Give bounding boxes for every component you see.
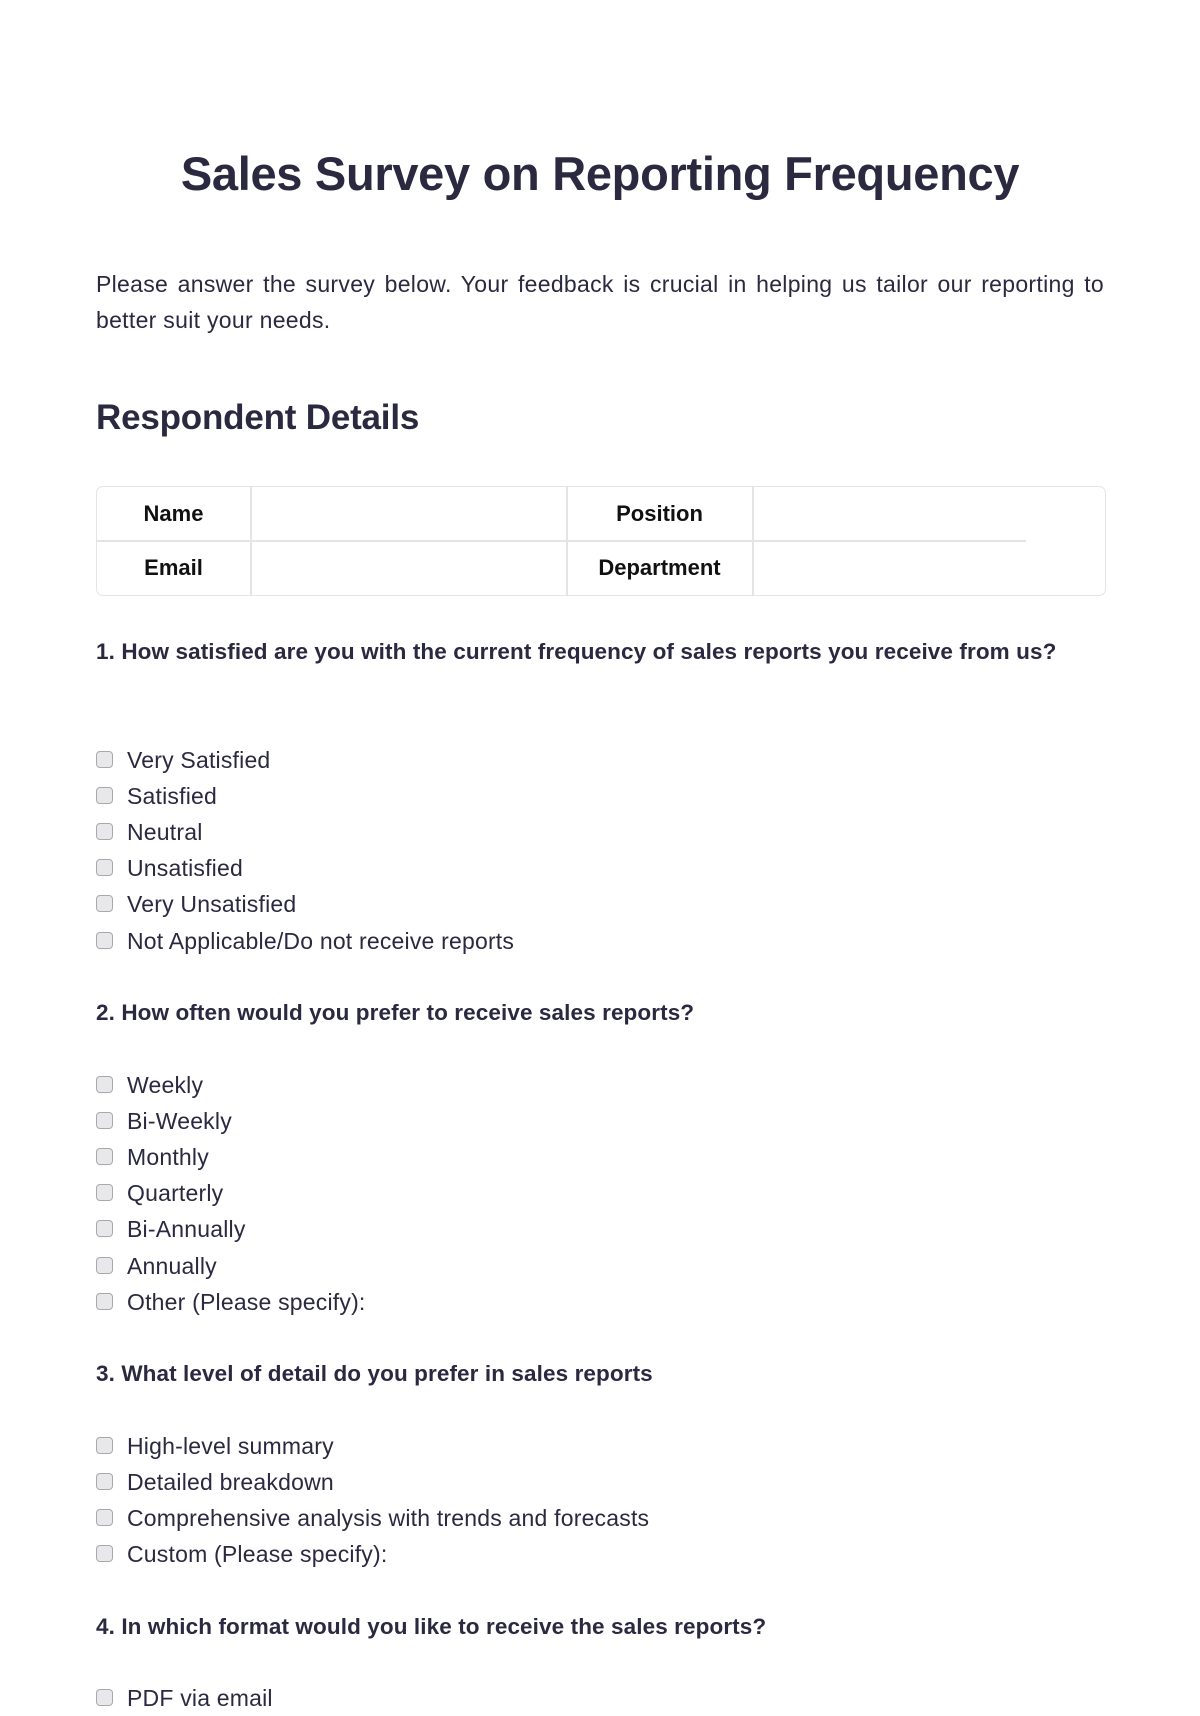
checkbox[interactable] — [96, 1111, 113, 1129]
checkbox[interactable] — [96, 1075, 113, 1093]
checkbox[interactable] — [96, 822, 113, 840]
checkbox[interactable] — [96, 750, 113, 768]
respondent-details-heading: Respondent Details — [96, 398, 420, 437]
checkbox[interactable] — [96, 895, 113, 913]
position-field[interactable] — [755, 491, 1027, 539]
question-3-options: High-level summary Detailed breakdown Co… — [96, 1428, 1104, 1573]
option-label: Annually — [127, 1252, 217, 1279]
option-label: Neutral — [127, 818, 203, 845]
email-label: Email — [144, 555, 203, 580]
option-custom[interactable]: Custom (Please specify): — [96, 1537, 1104, 1573]
option-label: Very Unsatisfied — [127, 891, 297, 918]
option-unsatisfied[interactable]: Unsatisfied — [96, 851, 1104, 887]
checkbox[interactable] — [96, 931, 113, 949]
checkbox[interactable] — [96, 1472, 113, 1490]
question-4-options: PDF via email — [96, 1680, 1104, 1716]
name-label: Name — [143, 501, 204, 526]
option-label: Custom (Please specify): — [127, 1541, 388, 1568]
option-weekly[interactable]: Weekly — [96, 1067, 1104, 1103]
option-label: Weekly — [127, 1071, 204, 1098]
option-very-unsatisfied[interactable]: Very Unsatisfied — [96, 887, 1104, 923]
option-bi-weekly[interactable]: Bi-Weekly — [96, 1103, 1104, 1139]
question-3: 3. What level of detail do you prefer in… — [96, 1361, 653, 1386]
option-label: Satisfied — [127, 782, 218, 809]
option-comprehensive-analysis[interactable]: Comprehensive analysis with trends and f… — [96, 1500, 1104, 1536]
question-2-options: Weekly Bi-Weekly Monthly Quarterly Bi-An… — [96, 1067, 1104, 1320]
question-1-options: Very Satisfied Satisfied Neutral Unsatis… — [96, 742, 1104, 959]
checkbox[interactable] — [96, 1545, 113, 1563]
option-label: Bi-Annually — [127, 1216, 246, 1243]
position-label: Position — [616, 501, 703, 526]
intro-paragraph: Please answer the survey below. Your fee… — [96, 271, 1104, 333]
checkbox[interactable] — [96, 1184, 113, 1202]
checkbox[interactable] — [96, 786, 113, 804]
option-label: High-level summary — [127, 1432, 334, 1459]
option-other[interactable]: Other (Please specify): — [96, 1284, 1104, 1320]
option-label: Other (Please specify): — [127, 1288, 366, 1315]
checkbox[interactable] — [96, 1508, 113, 1526]
option-high-level-summary[interactable]: High-level summary — [96, 1428, 1104, 1464]
email-field[interactable] — [253, 545, 567, 593]
department-label: Department — [598, 555, 721, 580]
option-annually[interactable]: Annually — [96, 1248, 1104, 1284]
option-label: Comprehensive analysis with trends and f… — [127, 1504, 650, 1531]
option-label: Bi-Weekly — [127, 1107, 232, 1134]
question-2: 2. How often would you prefer to receive… — [96, 1000, 695, 1025]
checkbox[interactable] — [96, 1688, 113, 1706]
option-label: PDF via email — [127, 1684, 273, 1711]
checkbox[interactable] — [96, 1256, 113, 1274]
option-label: Quarterly — [127, 1180, 224, 1207]
option-very-satisfied[interactable]: Very Satisfied — [96, 742, 1104, 778]
name-field[interactable] — [253, 491, 567, 539]
option-quarterly[interactable]: Quarterly — [96, 1176, 1104, 1212]
option-monthly[interactable]: Monthly — [96, 1139, 1104, 1175]
option-bi-annually[interactable]: Bi-Annually — [96, 1212, 1104, 1248]
department-field[interactable] — [755, 545, 1027, 593]
option-detailed-breakdown[interactable]: Detailed breakdown — [96, 1464, 1104, 1500]
option-label: Monthly — [127, 1143, 209, 1170]
option-satisfied[interactable]: Satisfied — [96, 778, 1104, 814]
document-title: Sales Survey on Reporting Frequency — [180, 147, 1020, 200]
option-neutral[interactable]: Neutral — [96, 814, 1104, 850]
checkbox[interactable] — [96, 1436, 113, 1454]
option-label: Very Satisfied — [127, 746, 271, 773]
option-label: Not Applicable/Do not receive reports — [127, 927, 515, 954]
option-pdf-via-email[interactable]: PDF via email — [96, 1680, 1104, 1716]
option-not-applicable[interactable]: Not Applicable/Do not receive reports — [96, 923, 1104, 959]
checkbox[interactable] — [96, 1292, 113, 1310]
checkbox[interactable] — [96, 1220, 113, 1238]
option-label: Detailed breakdown — [127, 1468, 334, 1495]
question-1: 1. How satisfied are you with the curren… — [96, 639, 1057, 664]
option-label: Unsatisfied — [127, 855, 243, 882]
checkbox[interactable] — [96, 859, 113, 877]
checkbox[interactable] — [96, 1147, 113, 1165]
respondent-details-table: Name Position Email Department — [96, 486, 1106, 596]
question-4: 4. In which format would you like to rec… — [96, 1614, 767, 1639]
